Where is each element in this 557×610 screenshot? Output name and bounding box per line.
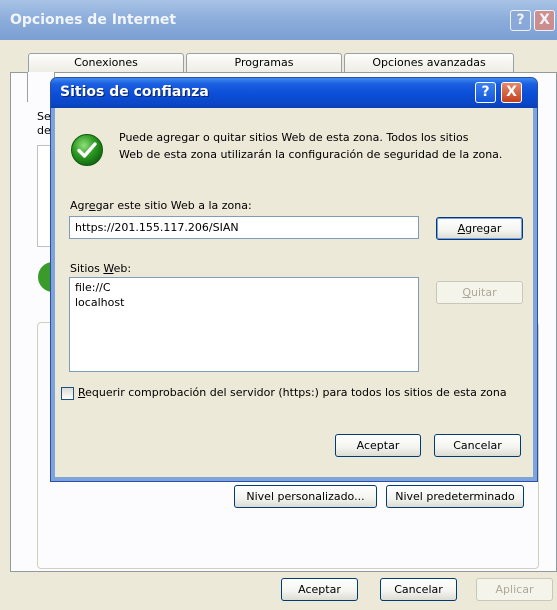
parent-close-button[interactable]: X [534,10,555,31]
parent-apply-button[interactable]: Aplicar [476,578,553,601]
info-text-line1: Puede agregar o quitar sitios Web de est… [119,131,469,144]
default-level-button[interactable]: Nivel predeterminado [386,485,524,508]
hidden-zone-list-edge [37,145,52,247]
require-https-label[interactable]: Requerir comprobación del servidor (http… [78,386,507,399]
internet-options-title: Opciones de Internet [10,12,177,28]
parent-ok-button[interactable]: Aceptar [281,578,358,601]
info-text-line2: Web de esta zona utilizarán la configura… [119,148,503,161]
require-https-checkbox[interactable] [61,387,74,400]
tab-conexiones[interactable]: Conexiones [28,53,184,72]
hidden-text-de: de [37,124,51,137]
tab-opciones-avanzadas[interactable]: Opciones avanzadas [344,53,514,72]
cancel-button[interactable]: Cancelar [434,434,521,457]
add-button[interactable]: Agregar [436,217,523,240]
ok-button[interactable]: Aceptar [335,434,421,457]
parent-cancel-button[interactable]: Cancelar [380,578,457,601]
remove-button[interactable]: Quitar [436,281,523,304]
add-site-input-value: https://201.155.117.206/SIAN [75,221,239,234]
list-item[interactable]: localhost [75,296,124,309]
add-site-input[interactable]: https://201.155.117.206/SIAN [69,216,419,239]
sites-label: Sitios Web: [70,262,132,275]
hidden-text-se: Se [37,110,51,123]
green-check-shield-icon [70,133,104,167]
tab-programas[interactable]: Programas [186,53,342,72]
sites-list[interactable]: file://C localhost [69,277,419,372]
parent-help-button[interactable]: ? [510,10,531,31]
list-item[interactable]: file://C [75,281,111,294]
close-button[interactable]: X [501,82,522,103]
help-button[interactable]: ? [475,82,496,103]
custom-level-button[interactable]: Nivel personalizado... [234,485,377,508]
trusted-sites-title: Sitios de confianza [60,84,209,100]
add-site-label: Agregar este sitio Web a la zona: [70,199,252,212]
